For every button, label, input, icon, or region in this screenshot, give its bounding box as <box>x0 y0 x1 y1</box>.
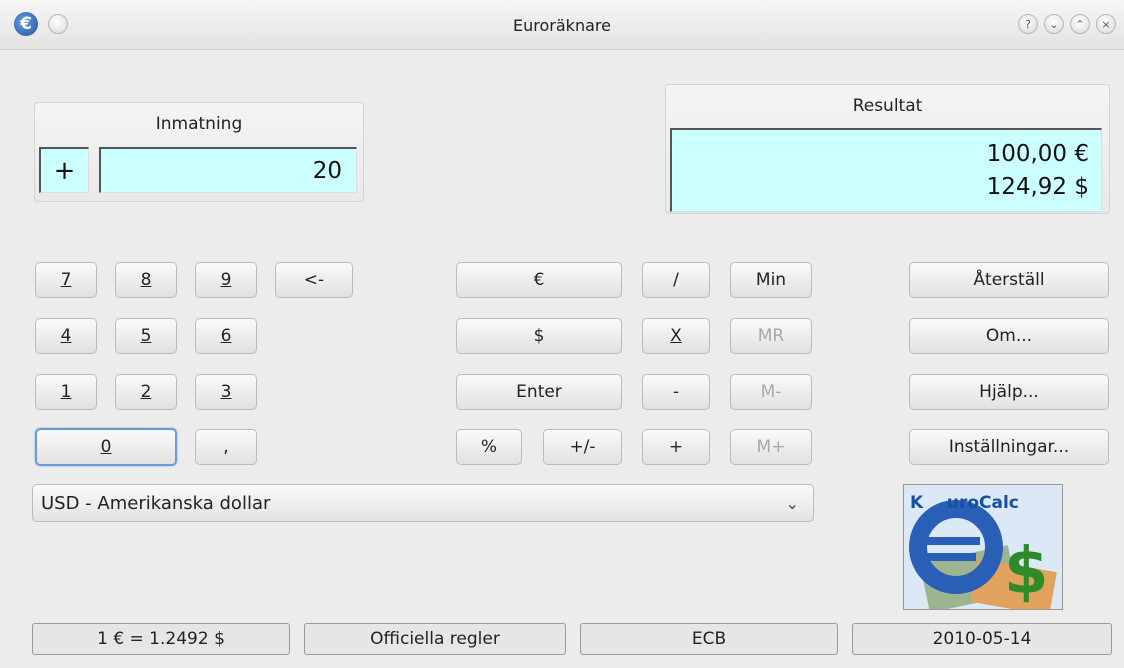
enter-label: Enter <box>516 382 562 402</box>
maximize-icon[interactable]: ⌃ <box>1070 14 1090 34</box>
input-label: Inmatning <box>155 114 243 134</box>
status-date: 2010-05-14 <box>852 623 1112 655</box>
divide-label: / <box>673 270 679 290</box>
about-button[interactable]: Om... <box>909 318 1109 354</box>
result-frame: Resultat 100,00 € 124,92 $ <box>665 84 1110 214</box>
add-label: + <box>668 437 684 457</box>
subtract-label: - <box>672 382 680 402</box>
key-6[interactable]: 6 <box>195 318 257 354</box>
title-bar: € Euroräknare ? ⌄ ⌃ × <box>0 0 1124 50</box>
key-9-label: 9 <box>220 270 232 290</box>
key-3-label: 3 <box>220 382 232 402</box>
subtract-button[interactable]: - <box>642 374 710 410</box>
key-comma[interactable]: , <box>195 429 257 465</box>
currency-select-value: USD - Amerikanska dollar <box>41 492 271 514</box>
reset-button[interactable]: Återställ <box>909 262 1109 298</box>
key-7[interactable]: 7 <box>35 262 97 298</box>
key-6-label: 6 <box>220 326 232 346</box>
euro-button[interactable]: € <box>456 262 622 298</box>
backspace-label: <- <box>303 270 325 290</box>
sign-display: + <box>39 147 89 193</box>
key-7-label: 7 <box>60 270 72 290</box>
memory-in-label: Min <box>755 270 787 290</box>
result-label: Resultat <box>852 96 923 116</box>
multiply-label: X <box>670 326 682 346</box>
memory-recall-label: MR <box>757 326 785 346</box>
input-frame: Inmatning + 20 <box>34 102 364 202</box>
key-4[interactable]: 4 <box>35 318 97 354</box>
key-5[interactable]: 5 <box>115 318 177 354</box>
key-8[interactable]: 8 <box>115 262 177 298</box>
keurocalc-logo: $ K uroCalc <box>903 484 1063 610</box>
key-comma-label: , <box>223 437 229 457</box>
memory-minus-label: M- <box>760 382 782 402</box>
status-source: ECB <box>580 623 838 655</box>
reset-label: Återställ <box>973 270 1045 290</box>
memory-plus-button[interactable]: M+ <box>730 429 812 465</box>
key-1[interactable]: 1 <box>35 374 97 410</box>
logo-text: K uroCalc <box>910 493 1019 513</box>
memory-minus-button[interactable]: M- <box>730 374 812 410</box>
backspace-button[interactable]: <- <box>275 262 353 298</box>
key-4-label: 4 <box>60 326 72 346</box>
key-9[interactable]: 9 <box>195 262 257 298</box>
svg-text:$: $ <box>1004 535 1049 609</box>
add-button[interactable]: + <box>642 429 710 465</box>
window-title: Euroräknare <box>513 16 611 35</box>
key-5-label: 5 <box>140 326 152 346</box>
result-dollar: 124,92 $ <box>986 174 1089 200</box>
currency-select[interactable]: USD - Amerikanska dollar ⌄ <box>32 484 814 522</box>
key-0[interactable]: 0 <box>35 428 177 466</box>
about-label: Om... <box>985 326 1033 346</box>
memory-in-button[interactable]: Min <box>730 262 812 298</box>
divide-button[interactable]: / <box>642 262 710 298</box>
status-rate: 1 € = 1.2492 $ <box>32 623 290 655</box>
percent-button[interactable]: % <box>456 429 522 465</box>
key-8-label: 8 <box>140 270 152 290</box>
memory-plus-label: M+ <box>756 437 786 457</box>
minimize-icon[interactable]: ⌄ <box>1044 14 1064 34</box>
status-rules: Officiella regler <box>304 623 566 655</box>
euro-label: € <box>533 270 545 290</box>
memory-recall-button[interactable]: MR <box>730 318 812 354</box>
key-1-label: 1 <box>60 382 72 402</box>
dollar-label: $ <box>533 326 545 346</box>
help-label: Hjälp... <box>979 382 1039 402</box>
enter-button[interactable]: Enter <box>456 374 622 410</box>
input-display[interactable]: 20 <box>99 147 357 193</box>
result-euro: 100,00 € <box>986 141 1089 167</box>
settings-button[interactable]: Inställningar... <box>909 429 1109 465</box>
percent-label: % <box>480 437 498 457</box>
close-icon[interactable]: × <box>1096 14 1116 34</box>
key-3[interactable]: 3 <box>195 374 257 410</box>
settings-label: Inställningar... <box>948 437 1070 457</box>
result-display: 100,00 € 124,92 $ <box>670 128 1102 212</box>
key-2[interactable]: 2 <box>115 374 177 410</box>
key-0-label: 0 <box>100 437 112 457</box>
plus-minus-label: +/- <box>569 437 596 457</box>
key-2-label: 2 <box>140 382 152 402</box>
multiply-button[interactable]: X <box>642 318 710 354</box>
help-button[interactable]: Hjälp... <box>909 374 1109 410</box>
plus-minus-button[interactable]: +/- <box>543 429 622 465</box>
help-icon[interactable]: ? <box>1018 14 1038 34</box>
dollar-button[interactable]: $ <box>456 318 622 354</box>
chevron-down-icon: ⌄ <box>785 494 799 513</box>
